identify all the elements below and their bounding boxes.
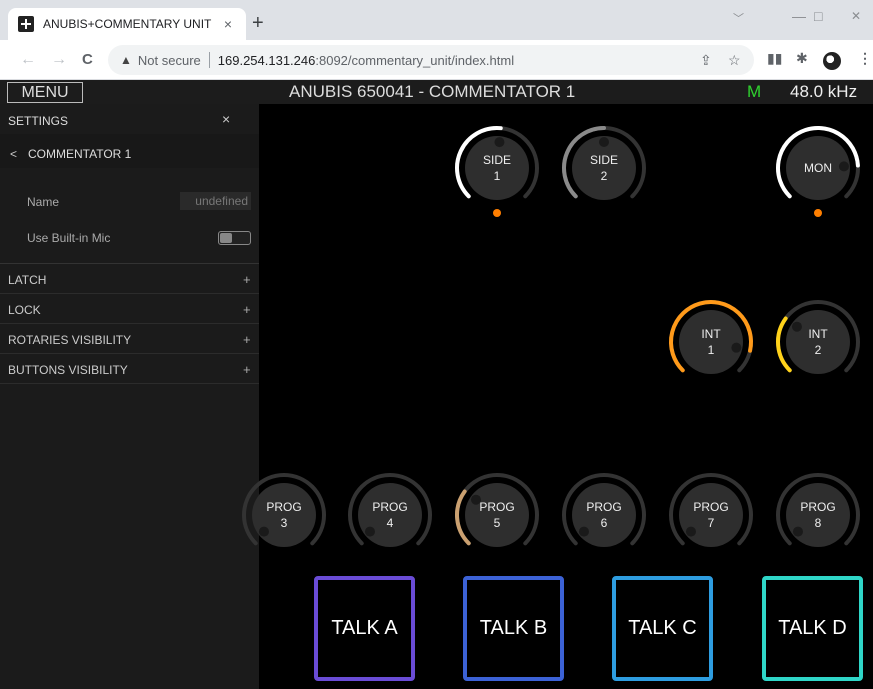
rotary-number: 3 [280,516,288,530]
rotary-side-2[interactable]: SIDE 2 [560,124,648,212]
rotary-name: PROG [800,500,836,514]
talk-c-button[interactable]: TALK C [612,576,713,681]
reading-list-icon[interactable]: ▮▮ [767,50,782,67]
app-header: MENU ANUBIS 650041 - COMMENTATOR 1 M 48.… [0,80,873,104]
page-title: ANUBIS 650041 - COMMENTATOR 1 [289,82,576,101]
active-indicator-dot [814,209,822,217]
rotary-name: SIDE [589,153,618,167]
name-label: Name [27,195,60,209]
url-separator [208,52,210,68]
window-close-button[interactable]: ✕ [851,9,861,23]
url-host: 169.254.131.246 [217,52,316,68]
browser-window: ANUBIS+COMMENTARY UNIT × + ﹀ — □ ✕ ← → C… [0,0,873,689]
rotary-prog-7[interactable]: PROG 7 [667,471,755,559]
rotary-prog-6[interactable]: PROG 6 [560,471,648,559]
rotary-name: INT [701,327,721,341]
name-field[interactable] [180,192,251,210]
section-rotaries-visibility[interactable]: ROTARIES VISIBILITY + [0,324,259,354]
mode-indicator: M [747,82,762,101]
rotary-prog-5[interactable]: PROG 5 [453,471,541,559]
rotary-number: 1 [707,343,715,357]
talk-d-button[interactable]: TALK D [762,576,863,681]
rotary-number: 7 [707,516,715,530]
name-row: Name [0,184,259,220]
reload-button[interactable]: C [82,51,93,69]
browser-toolbar: ← → C ▲ Not secure 169.254.131.246 :8092… [0,40,873,80]
rotary-prog-3[interactable]: PROG 3 [240,471,328,559]
sample-rate: 48.0 kHz [790,82,858,101]
settings-header: SETTINGS × [0,104,259,134]
rotary-name: PROG [479,500,515,514]
address-bar[interactable]: ▲ Not secure 169.254.131.246 :8092/comme… [108,45,754,75]
builtin-mic-label: Use Built-in Mic [27,231,111,245]
expand-plus-icon[interactable]: + [243,332,251,347]
section-label: ROTARIES VISIBILITY [8,333,132,347]
rotary-number: 5 [493,516,501,530]
maximize-button[interactable]: □ [814,8,822,24]
tab-strip: ANUBIS+COMMENTARY UNIT × + ﹀ — □ ✕ [0,0,873,40]
rotary-mon[interactable]: MON [774,124,862,217]
rotary-number: 8 [814,516,822,530]
back-button[interactable]: ← [20,51,36,69]
rotary-number: 2 [814,343,822,357]
rotary-number: 2 [600,169,608,183]
section-label: BUTTONS VISIBILITY [8,363,128,377]
extensions-icon[interactable]: ✱ [796,50,808,67]
url-path: :8092/commentary_unit/index.html [315,52,515,68]
rotary-number: 6 [600,516,608,530]
rotary-name: PROG [266,500,302,514]
rotary-side-1[interactable]: SIDE 1 [453,124,541,217]
rotary-prog-4[interactable]: PROG 4 [346,471,434,559]
site-favicon-icon [18,16,34,32]
profile-avatar[interactable] [823,52,841,70]
rotary-number: 1 [493,169,501,183]
chevron-left-icon[interactable]: < [10,147,17,161]
not-secure-label[interactable]: Not secure [138,53,201,68]
talk-a-button[interactable]: TALK A [314,576,415,681]
talk-b-button[interactable]: TALK B [463,576,564,681]
section-latch[interactable]: LATCH + [0,264,259,294]
section-label: LATCH [8,273,47,287]
active-indicator-dot [493,209,501,217]
settings-sidebar: SETTINGS × < COMMENTATOR 1 Name Use Buil… [0,104,259,689]
rotary-name: PROG [693,500,729,514]
expand-plus-icon[interactable]: + [243,302,251,317]
rotary-int-1[interactable]: INT 1 [667,298,755,386]
expand-plus-icon[interactable]: + [243,272,251,287]
section-label: LOCK [8,303,41,317]
rotary-name: PROG [586,500,622,514]
forward-button[interactable]: → [51,51,67,69]
commentator-label: COMMENTATOR 1 [28,147,132,161]
tab-title: ANUBIS+COMMENTARY UNIT [43,17,212,31]
browser-tab[interactable]: ANUBIS+COMMENTARY UNIT × [8,8,246,40]
minimize-button[interactable]: — [792,8,806,24]
new-tab-button[interactable]: + [252,13,264,33]
rotary-int-2[interactable]: INT 2 [774,298,862,386]
rotary-name: INT [808,327,828,341]
settings-title: SETTINGS [8,114,69,128]
rotary-name: MON [804,161,832,175]
toggle-knob [220,233,232,243]
bookmark-star-icon[interactable]: ☆ [728,52,741,69]
commentary-app: MENU ANUBIS 650041 - COMMENTATOR 1 M 48.… [0,80,873,689]
tab-close-icon[interactable]: × [220,16,236,32]
close-icon[interactable]: × [222,111,230,127]
tab-search-chevron-icon[interactable]: ﹀ [733,10,744,26]
rotary-prog-8[interactable]: PROG 8 [774,471,862,559]
section-lock[interactable]: LOCK + [0,294,259,324]
expand-plus-icon[interactable]: + [243,362,251,377]
browser-menu-icon[interactable]: ⋮ [858,50,872,67]
rotary-name: SIDE [482,153,511,167]
commentator-back-row[interactable]: < COMMENTATOR 1 [0,134,259,168]
menu-button[interactable]: MENU [7,82,83,103]
warning-icon[interactable]: ▲ [120,53,132,67]
builtin-mic-row: Use Built-in Mic [0,220,259,256]
rotary-name: PROG [372,500,408,514]
section-buttons-visibility[interactable]: BUTTONS VISIBILITY + [0,354,259,384]
rotary-number: 4 [386,516,394,530]
builtin-mic-toggle[interactable] [218,231,251,245]
share-icon[interactable]: ⇪ [700,52,712,69]
